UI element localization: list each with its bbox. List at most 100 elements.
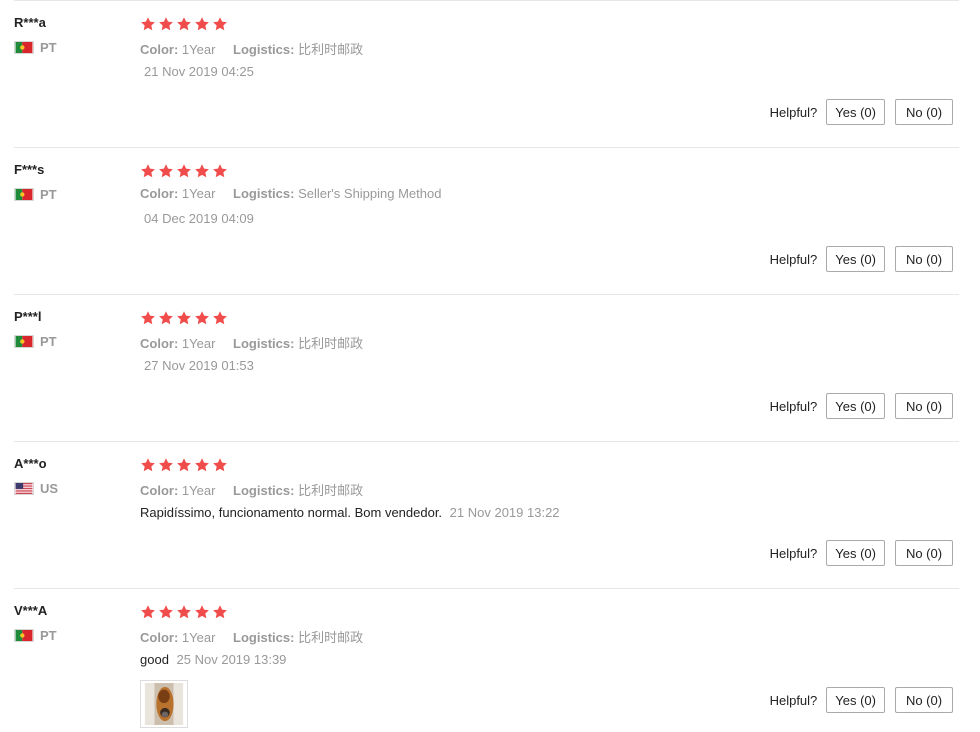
review-meta: Color: 1Year Logistics: Seller's Shippin…	[140, 186, 441, 201]
star-icon	[158, 457, 174, 473]
star-icon	[212, 16, 228, 32]
star-icon	[140, 163, 156, 179]
color-value: 1Year	[181, 42, 216, 57]
helpful-no-button[interactable]: No (0)	[895, 246, 953, 272]
star-icon	[212, 604, 228, 620]
star-icon	[176, 604, 192, 620]
color-value: 1Year	[181, 186, 216, 201]
user-country: US	[14, 481, 58, 496]
logistics-value: Seller's Shipping Method	[298, 186, 442, 201]
star-icon	[176, 16, 192, 32]
review-date: 27 Nov 2019 01:53	[144, 358, 254, 373]
color-label: Color:	[140, 630, 179, 645]
helpful-yes-button[interactable]: Yes (0)	[826, 99, 885, 125]
portugal-flag-icon	[14, 629, 34, 642]
logistics-value: 比利时邮政	[298, 630, 364, 645]
helpful-no-button[interactable]: No (0)	[895, 393, 953, 419]
star-rating	[140, 310, 228, 326]
helpful-label: Helpful?	[769, 545, 818, 561]
review-text: Rapidíssimo, funcionamento normal. Bom v…	[140, 505, 443, 520]
logistics-value: 比利时邮政	[298, 42, 364, 57]
user-name: A***o	[14, 456, 47, 471]
review-date: 04 Dec 2019 04:09	[144, 211, 254, 226]
review-text: good	[140, 652, 169, 667]
logistics-label: Logistics:	[233, 630, 295, 645]
star-icon	[158, 16, 174, 32]
review-date: 21 Nov 2019 04:25	[144, 64, 254, 79]
feedback-list: R***a PT Color: 1Year Logistics: 比利时邮政 2…	[0, 0, 980, 732]
user-country: PT	[14, 334, 57, 349]
color-value: 1Year	[181, 483, 216, 498]
star-rating	[140, 457, 228, 473]
logistics-label: Logistics:	[233, 42, 295, 57]
star-rating	[140, 163, 228, 179]
star-icon	[212, 457, 228, 473]
helpful-vote: Helpful? Yes (0) No (0)	[770, 246, 953, 272]
star-icon	[158, 310, 174, 326]
star-icon	[158, 163, 174, 179]
review-meta: Color: 1Year Logistics: 比利时邮政	[140, 333, 363, 352]
review-date: 25 Nov 2019 13:39	[176, 652, 287, 667]
color-value: 1Year	[181, 630, 216, 645]
portugal-flag-icon	[14, 41, 34, 54]
usa-flag-icon	[14, 482, 34, 495]
helpful-label: Helpful?	[769, 251, 818, 267]
logistics-value: 比利时邮政	[298, 336, 364, 351]
star-icon	[176, 457, 192, 473]
star-icon	[140, 604, 156, 620]
star-icon	[194, 310, 210, 326]
color-label: Color:	[140, 336, 179, 351]
helpful-yes-button[interactable]: Yes (0)	[826, 246, 885, 272]
country-code: PT	[40, 334, 57, 349]
helpful-vote: Helpful? Yes (0) No (0)	[770, 687, 953, 713]
review-item: P***l PT Color: 1Year Logistics: 比利时邮政 2…	[14, 294, 959, 441]
star-icon	[194, 457, 210, 473]
helpful-yes-button[interactable]: Yes (0)	[826, 687, 885, 713]
user-name: R***a	[14, 15, 46, 30]
star-icon	[176, 310, 192, 326]
user-country: PT	[14, 628, 57, 643]
color-label: Color:	[140, 483, 179, 498]
star-icon	[140, 16, 156, 32]
star-icon	[194, 163, 210, 179]
review-photo-thumbnail[interactable]	[140, 680, 188, 728]
portugal-flag-icon	[14, 335, 34, 348]
logistics-value: 比利时邮政	[298, 483, 364, 498]
review-item: A***o US Color: 1Year Logistics: 比利时邮政 R…	[14, 441, 959, 588]
star-icon	[194, 604, 210, 620]
helpful-yes-button[interactable]: Yes (0)	[826, 540, 885, 566]
star-icon	[140, 310, 156, 326]
review-content: Rapidíssimo, funcionamento normal. Bom v…	[140, 505, 560, 520]
star-rating	[140, 16, 228, 32]
helpful-no-button[interactable]: No (0)	[895, 540, 953, 566]
review-item: F***s PT Color: 1Year Logistics: Seller'…	[14, 147, 959, 294]
review-item: V***A PT Color: 1Year Logistics: 比利时邮政 g…	[14, 588, 959, 732]
logistics-label: Logistics:	[233, 186, 295, 201]
country-code: US	[40, 481, 59, 496]
helpful-no-button[interactable]: No (0)	[895, 687, 953, 713]
review-content: good 25 Nov 2019 13:39	[140, 652, 286, 667]
portugal-flag-icon	[14, 188, 34, 201]
review-meta: Color: 1Year Logistics: 比利时邮政	[140, 39, 363, 58]
user-country: PT	[14, 40, 57, 55]
review-meta: Color: 1Year Logistics: 比利时邮政	[140, 480, 363, 499]
color-label: Color:	[140, 186, 179, 201]
color-label: Color:	[140, 42, 179, 57]
star-icon	[194, 16, 210, 32]
review-item: R***a PT Color: 1Year Logistics: 比利时邮政 2…	[14, 0, 959, 147]
helpful-no-button[interactable]: No (0)	[895, 99, 953, 125]
country-code: PT	[40, 628, 57, 643]
user-country: PT	[14, 187, 57, 202]
review-content: 21 Nov 2019 04:25	[140, 64, 254, 79]
star-icon	[212, 163, 228, 179]
star-icon	[158, 604, 174, 620]
star-rating	[140, 604, 228, 620]
country-code: PT	[40, 40, 57, 55]
review-meta: Color: 1Year Logistics: 比利时邮政	[140, 627, 363, 646]
review-content: 04 Dec 2019 04:09	[140, 211, 254, 226]
logistics-label: Logistics:	[233, 483, 295, 498]
helpful-yes-button[interactable]: Yes (0)	[826, 393, 885, 419]
country-code: PT	[40, 187, 57, 202]
user-name: P***l	[14, 309, 42, 324]
helpful-label: Helpful?	[769, 398, 818, 414]
